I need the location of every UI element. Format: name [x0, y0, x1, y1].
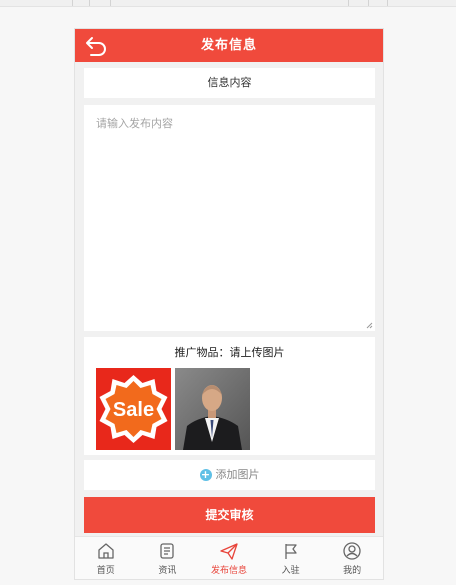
send-icon	[220, 543, 238, 560]
section-title: 信息内容	[84, 68, 375, 98]
user-icon	[343, 542, 361, 560]
tab-mine[interactable]: 我的	[321, 537, 383, 579]
promo-label: 推广物品：请上传图片	[174, 346, 285, 359]
content-textarea[interactable]	[84, 105, 375, 331]
page-title: 发布信息	[200, 38, 257, 53]
promo-section: 推广物品：请上传图片 Sale	[84, 337, 375, 455]
submit-review-button[interactable]: 提交审核	[84, 497, 375, 533]
bottom-tab-bar: 首页 资讯 发布信息 入驻 我的	[75, 536, 383, 579]
plus-circle-icon: +	[199, 468, 212, 481]
add-image-label: 添加图片	[215, 468, 260, 481]
content-box	[84, 105, 375, 331]
portrait-photo[interactable]	[175, 368, 250, 450]
sale-badge-text: Sale	[113, 399, 154, 421]
tab-label: 资讯	[158, 566, 177, 576]
tab-news[interactable]: 资讯	[137, 537, 199, 579]
browser-top-strip	[0, 0, 456, 7]
add-image-button[interactable]: + 添加图片	[84, 460, 375, 490]
tab-label: 我的	[343, 566, 362, 576]
sale-badge-image[interactable]: Sale	[96, 368, 171, 450]
resize-grip-icon[interactable]	[366, 322, 373, 329]
tab-publish[interactable]: 发布信息	[198, 537, 260, 579]
flag-icon	[284, 544, 297, 559]
tab-label: 入驻	[281, 566, 300, 576]
home-icon	[98, 543, 114, 559]
news-icon	[160, 543, 175, 559]
tab-home[interactable]: 首页	[75, 537, 137, 579]
tab-label: 首页	[96, 566, 115, 576]
header-bar: 发布信息	[75, 29, 383, 62]
mobile-frame: 发布信息 信息内容 推广物品：请上传图片 Sale	[74, 28, 384, 580]
tab-join[interactable]: 入驻	[260, 537, 322, 579]
tab-label: 发布信息	[210, 566, 247, 576]
